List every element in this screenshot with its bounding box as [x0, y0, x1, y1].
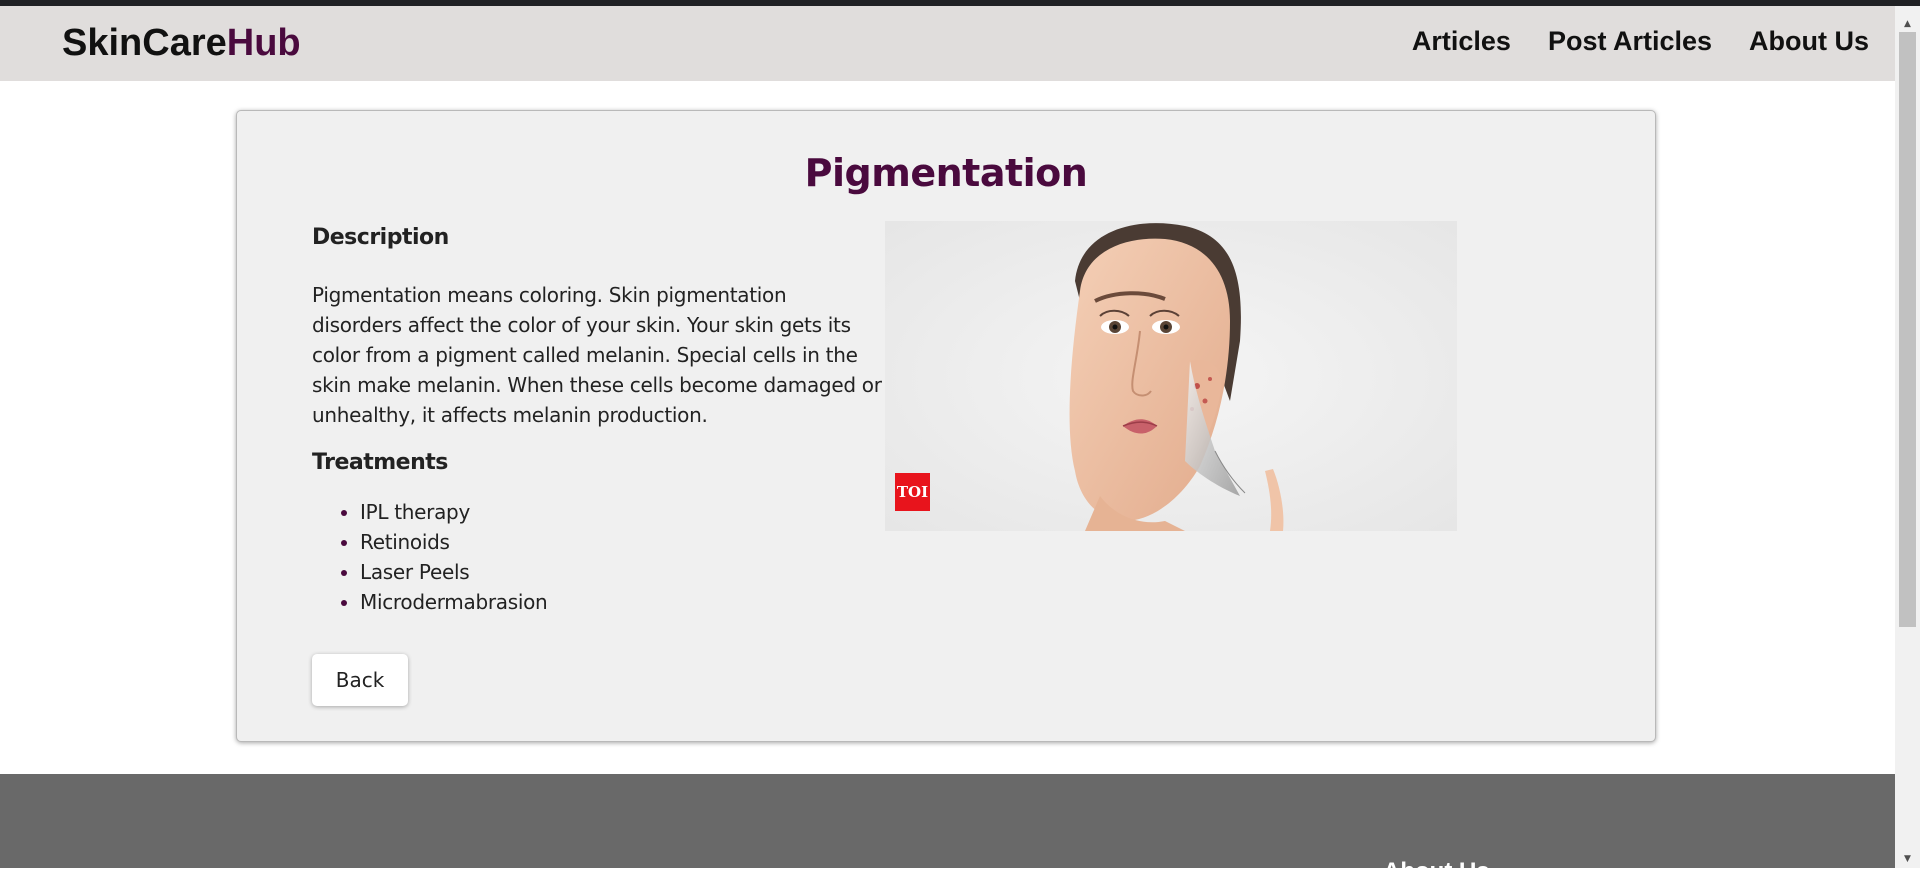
- nav-links: Articles Post Articles About Us: [1412, 26, 1869, 57]
- scrollbar-thumb[interactable]: [1899, 32, 1916, 627]
- brand-name-part1: SkinCare: [62, 22, 227, 64]
- page-scrollbar[interactable]: ▲ ▼: [1895, 6, 1920, 868]
- nav-articles-link[interactable]: Articles: [1412, 26, 1511, 57]
- face-illustration: [885, 221, 1457, 531]
- article-content: Description Pigmentation means coloring.…: [312, 225, 882, 617]
- treatments-heading: Treatments: [312, 450, 448, 475]
- back-button[interactable]: Back: [312, 654, 408, 706]
- scroll-up-arrow-icon[interactable]: ▲: [1895, 16, 1920, 33]
- navbar: SkinCareHub Articles Post Articles About…: [0, 6, 1895, 81]
- article-image: TOI: [885, 221, 1457, 531]
- treatment-item: IPL therapy: [360, 497, 882, 527]
- treatment-item: Retinoids: [360, 527, 882, 557]
- treatments-list: IPL therapy Retinoids Laser Peels Microd…: [312, 497, 882, 617]
- footer: About Us: [0, 774, 1895, 885]
- footer-about-heading: About Us: [1383, 858, 1490, 885]
- nav-post-articles-link[interactable]: Post Articles: [1548, 26, 1712, 57]
- brand-name-part2: Hub: [226, 22, 301, 64]
- article-title: Pigmentation: [804, 151, 1088, 195]
- scroll-down-arrow-icon[interactable]: ▼: [1895, 851, 1920, 868]
- treatment-item: Microdermabrasion: [360, 587, 882, 617]
- toi-logo: TOI: [895, 473, 930, 511]
- description-heading: Description: [312, 225, 449, 250]
- treatment-item: Laser Peels: [360, 557, 882, 587]
- description-text: Pigmentation means coloring. Skin pigmen…: [312, 283, 882, 427]
- brand-logo[interactable]: SkinCareHub: [62, 22, 301, 65]
- article-card: Pigmentation Description Pigmentation me…: [236, 110, 1656, 742]
- nav-about-us-link[interactable]: About Us: [1749, 26, 1869, 57]
